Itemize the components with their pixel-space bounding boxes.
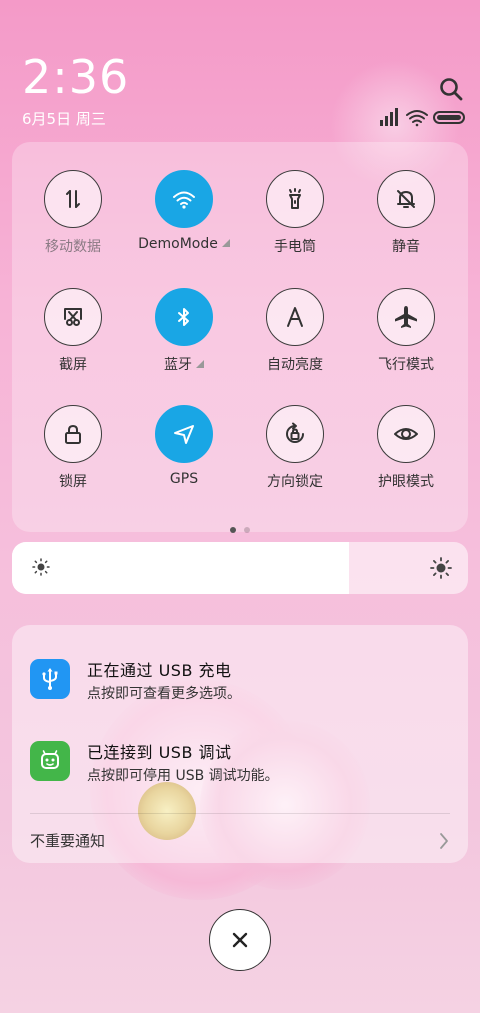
date-label: 6月5日 周三 [22,110,106,128]
page-indicator [12,518,468,537]
toggle-label: 护眼模式 [351,471,461,491]
brightness-low-icon [32,558,50,576]
toggle-mobile-data[interactable]: 移动数据 [18,170,128,256]
toggle-label: 蓝牙 [129,354,239,374]
toggle-screenshot[interactable]: 截屏 [18,288,128,374]
toggle-button[interactable] [44,288,102,346]
toggle-button[interactable] [155,170,213,228]
toggle-label-text: 移动数据 [45,239,101,255]
quick-settings-panel: 移动数据 DemoMode 手电筒 静音截屏 蓝牙 自动亮度 飞行模式锁屏 GPS 方向锁定 护眼… [12,142,468,533]
toggle-auto-brightness[interactable]: 自动亮度 [240,288,350,374]
notification-panel: 正在通过 USB 充电 点按即可查看更多选项。 已连接到 USB 调试 点按即可… [12,625,468,863]
expand-corner-icon [196,360,204,368]
toggle-button[interactable] [155,405,213,463]
toggle-eye[interactable]: 护眼模式 [351,405,461,491]
toggle-label: 锁屏 [18,471,128,491]
page-dot [244,527,250,533]
toggle-button[interactable] [44,170,102,228]
clock-time: 2:36 [22,50,130,104]
screenshot-icon [61,305,85,329]
toggle-button[interactable] [377,288,435,346]
close-button[interactable] [209,909,271,971]
eye-icon [393,421,419,447]
wifi-icon [170,187,198,211]
close-icon [232,932,248,948]
toggle-label-text: 截屏 [59,357,87,373]
toggle-airplane[interactable]: 飞行模式 [351,288,461,374]
notification-text: 点按即可停用 USB 调试功能。 [87,768,279,784]
toggle-label-text: 手电筒 [274,239,316,255]
notification-text: 点按即可查看更多选项。 [87,686,241,702]
bluetooth-icon [172,305,196,329]
toggle-label: 飞行模式 [351,354,461,374]
toggle-gps[interactable]: GPS [129,405,239,487]
chevron-right-icon[interactable] [438,831,450,851]
unimportant-notifications-label[interactable]: 不重要通知 [30,830,105,851]
toggle-bluetooth[interactable]: 蓝牙 [129,288,239,374]
toggle-label: GPS [129,471,239,487]
toggle-label: 手电筒 [240,236,350,256]
expand-corner-icon [221,239,230,247]
status-bar-icons [380,108,465,127]
toggle-button[interactable] [44,405,102,463]
android-icon [30,741,70,781]
brightness-slider-fill [12,542,350,594]
toggle-label-text: 静音 [392,239,420,255]
toggle-label-text: 锁屏 [59,474,87,490]
toggle-label: 自动亮度 [240,354,350,374]
toggle-label: 方向锁定 [240,471,350,491]
toggle-wifi[interactable]: DemoMode [129,170,239,252]
mobile-data-icon [61,187,85,211]
toggle-button[interactable] [377,405,435,463]
toggle-label: 截屏 [18,354,128,374]
brightness-high-icon [430,557,452,579]
toggle-button[interactable] [377,170,435,228]
toggle-button[interactable] [266,170,324,228]
toggle-label-text: 护眼模式 [378,474,434,490]
toggle-label-text: DemoMode [138,236,218,252]
page-dot [230,527,236,533]
toggle-label-text: 自动亮度 [267,357,323,373]
toggle-lock[interactable]: 锁屏 [18,405,128,491]
toggle-button[interactable] [155,288,213,346]
usb-icon [30,659,70,699]
wifi-status-icon [406,110,428,127]
mute-bell-icon [394,187,418,211]
search-icon[interactable] [438,76,464,102]
flashlight-icon [283,187,307,211]
notification-usb-debugging[interactable]: 已连接到 USB 调试 点按即可停用 USB 调试功能。 [30,737,450,797]
rotation-lock-icon [282,421,308,447]
toggle-button[interactable] [266,288,324,346]
notification-usb-charging[interactable]: 正在通过 USB 充电 点按即可查看更多选项。 [30,655,450,715]
toggle-label-text: 方向锁定 [267,474,323,490]
auto-brightness-icon [283,305,307,329]
toggle-label-text: GPS [169,471,199,487]
gps-icon [172,422,196,446]
toggle-rotation-lock[interactable]: 方向锁定 [240,405,350,491]
toggle-label: DemoMode [129,236,239,252]
notification-title: 正在通过 USB 充电 [87,661,232,680]
divider [30,813,450,814]
toggle-label-text: 飞行模式 [378,357,434,373]
toggle-flashlight[interactable]: 手电筒 [240,170,350,256]
toggle-label-text: 蓝牙 [164,357,192,373]
lock-icon [61,422,85,446]
airplane-icon [393,304,419,330]
toggle-label: 移动数据 [18,236,128,256]
toggle-mute-bell[interactable]: 静音 [351,170,461,256]
signal-icon [380,108,398,126]
brightness-slider[interactable] [12,542,468,594]
battery-icon [433,111,465,124]
notification-title: 已连接到 USB 调试 [87,743,232,762]
toggle-button[interactable] [266,405,324,463]
toggle-label: 静音 [351,236,461,256]
